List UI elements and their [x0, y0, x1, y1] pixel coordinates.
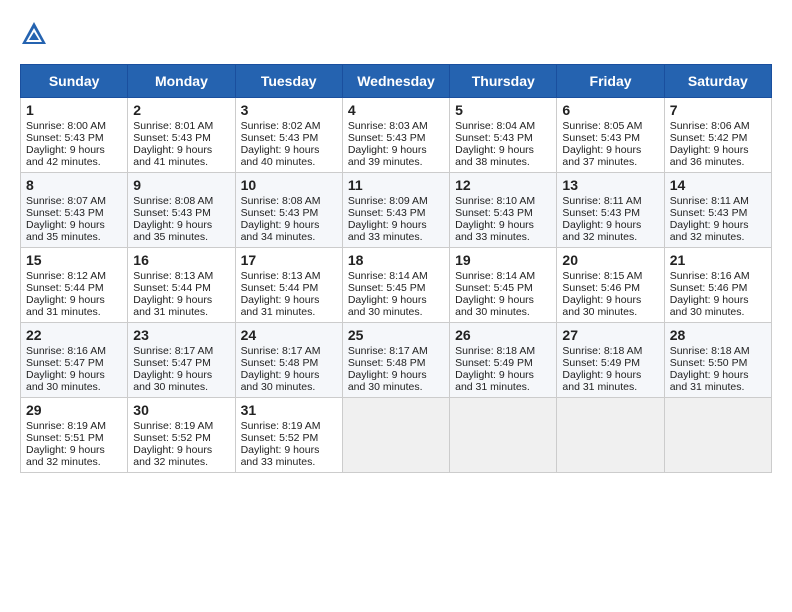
calendar-row: 29Sunrise: 8:19 AMSunset: 5:51 PMDayligh… — [21, 398, 772, 473]
day-number: 17 — [241, 252, 337, 268]
calendar-row: 22Sunrise: 8:16 AMSunset: 5:47 PMDayligh… — [21, 323, 772, 398]
day-number: 9 — [133, 177, 229, 193]
page-header — [20, 20, 772, 48]
day-number: 2 — [133, 102, 229, 118]
calendar-row: 1Sunrise: 8:00 AMSunset: 5:43 PMDaylight… — [21, 98, 772, 173]
logo — [20, 20, 52, 48]
table-row: 3Sunrise: 8:02 AMSunset: 5:43 PMDaylight… — [235, 98, 342, 173]
day-number: 7 — [670, 102, 766, 118]
table-row: 27Sunrise: 8:18 AMSunset: 5:49 PMDayligh… — [557, 323, 664, 398]
day-number: 28 — [670, 327, 766, 343]
table-row: 23Sunrise: 8:17 AMSunset: 5:47 PMDayligh… — [128, 323, 235, 398]
table-row: 4Sunrise: 8:03 AMSunset: 5:43 PMDaylight… — [342, 98, 449, 173]
day-number: 6 — [562, 102, 658, 118]
table-row: 25Sunrise: 8:17 AMSunset: 5:48 PMDayligh… — [342, 323, 449, 398]
table-row: 30Sunrise: 8:19 AMSunset: 5:52 PMDayligh… — [128, 398, 235, 473]
day-number: 19 — [455, 252, 551, 268]
table-row: 24Sunrise: 8:17 AMSunset: 5:48 PMDayligh… — [235, 323, 342, 398]
calendar-row: 15Sunrise: 8:12 AMSunset: 5:44 PMDayligh… — [21, 248, 772, 323]
table-row: 13Sunrise: 8:11 AMSunset: 5:43 PMDayligh… — [557, 173, 664, 248]
table-row: 11Sunrise: 8:09 AMSunset: 5:43 PMDayligh… — [342, 173, 449, 248]
day-number: 14 — [670, 177, 766, 193]
day-number: 25 — [348, 327, 444, 343]
day-number: 30 — [133, 402, 229, 418]
table-row: 14Sunrise: 8:11 AMSunset: 5:43 PMDayligh… — [664, 173, 771, 248]
day-number: 20 — [562, 252, 658, 268]
table-row: 20Sunrise: 8:15 AMSunset: 5:46 PMDayligh… — [557, 248, 664, 323]
table-row: 2Sunrise: 8:01 AMSunset: 5:43 PMDaylight… — [128, 98, 235, 173]
day-number: 1 — [26, 102, 122, 118]
day-number: 12 — [455, 177, 551, 193]
calendar-header-row: Sunday Monday Tuesday Wednesday Thursday… — [21, 65, 772, 98]
day-number: 15 — [26, 252, 122, 268]
col-thursday: Thursday — [450, 65, 557, 98]
col-sunday: Sunday — [21, 65, 128, 98]
day-number: 13 — [562, 177, 658, 193]
table-row: 5Sunrise: 8:04 AMSunset: 5:43 PMDaylight… — [450, 98, 557, 173]
table-row: 26Sunrise: 8:18 AMSunset: 5:49 PMDayligh… — [450, 323, 557, 398]
day-number: 22 — [26, 327, 122, 343]
col-tuesday: Tuesday — [235, 65, 342, 98]
col-wednesday: Wednesday — [342, 65, 449, 98]
table-row: 12Sunrise: 8:10 AMSunset: 5:43 PMDayligh… — [450, 173, 557, 248]
col-friday: Friday — [557, 65, 664, 98]
day-number: 24 — [241, 327, 337, 343]
day-number: 23 — [133, 327, 229, 343]
table-row: 15Sunrise: 8:12 AMSunset: 5:44 PMDayligh… — [21, 248, 128, 323]
table-row — [664, 398, 771, 473]
calendar: Sunday Monday Tuesday Wednesday Thursday… — [20, 64, 772, 473]
day-number: 11 — [348, 177, 444, 193]
table-row — [342, 398, 449, 473]
table-row: 7Sunrise: 8:06 AMSunset: 5:42 PMDaylight… — [664, 98, 771, 173]
table-row: 21Sunrise: 8:16 AMSunset: 5:46 PMDayligh… — [664, 248, 771, 323]
day-number: 21 — [670, 252, 766, 268]
calendar-row: 8Sunrise: 8:07 AMSunset: 5:43 PMDaylight… — [21, 173, 772, 248]
day-number: 27 — [562, 327, 658, 343]
day-number: 29 — [26, 402, 122, 418]
table-row: 22Sunrise: 8:16 AMSunset: 5:47 PMDayligh… — [21, 323, 128, 398]
day-number: 26 — [455, 327, 551, 343]
table-row: 28Sunrise: 8:18 AMSunset: 5:50 PMDayligh… — [664, 323, 771, 398]
col-monday: Monday — [128, 65, 235, 98]
table-row — [450, 398, 557, 473]
day-number: 10 — [241, 177, 337, 193]
table-row: 19Sunrise: 8:14 AMSunset: 5:45 PMDayligh… — [450, 248, 557, 323]
table-row: 29Sunrise: 8:19 AMSunset: 5:51 PMDayligh… — [21, 398, 128, 473]
day-number: 8 — [26, 177, 122, 193]
table-row: 9Sunrise: 8:08 AMSunset: 5:43 PMDaylight… — [128, 173, 235, 248]
table-row: 10Sunrise: 8:08 AMSunset: 5:43 PMDayligh… — [235, 173, 342, 248]
table-row: 8Sunrise: 8:07 AMSunset: 5:43 PMDaylight… — [21, 173, 128, 248]
day-number: 18 — [348, 252, 444, 268]
day-number: 3 — [241, 102, 337, 118]
table-row: 18Sunrise: 8:14 AMSunset: 5:45 PMDayligh… — [342, 248, 449, 323]
table-row: 16Sunrise: 8:13 AMSunset: 5:44 PMDayligh… — [128, 248, 235, 323]
day-number: 16 — [133, 252, 229, 268]
day-number: 31 — [241, 402, 337, 418]
col-saturday: Saturday — [664, 65, 771, 98]
day-number: 4 — [348, 102, 444, 118]
day-number: 5 — [455, 102, 551, 118]
table-row: 6Sunrise: 8:05 AMSunset: 5:43 PMDaylight… — [557, 98, 664, 173]
table-row: 31Sunrise: 8:19 AMSunset: 5:52 PMDayligh… — [235, 398, 342, 473]
logo-icon — [20, 20, 48, 48]
table-row — [557, 398, 664, 473]
table-row: 17Sunrise: 8:13 AMSunset: 5:44 PMDayligh… — [235, 248, 342, 323]
table-row: 1Sunrise: 8:00 AMSunset: 5:43 PMDaylight… — [21, 98, 128, 173]
